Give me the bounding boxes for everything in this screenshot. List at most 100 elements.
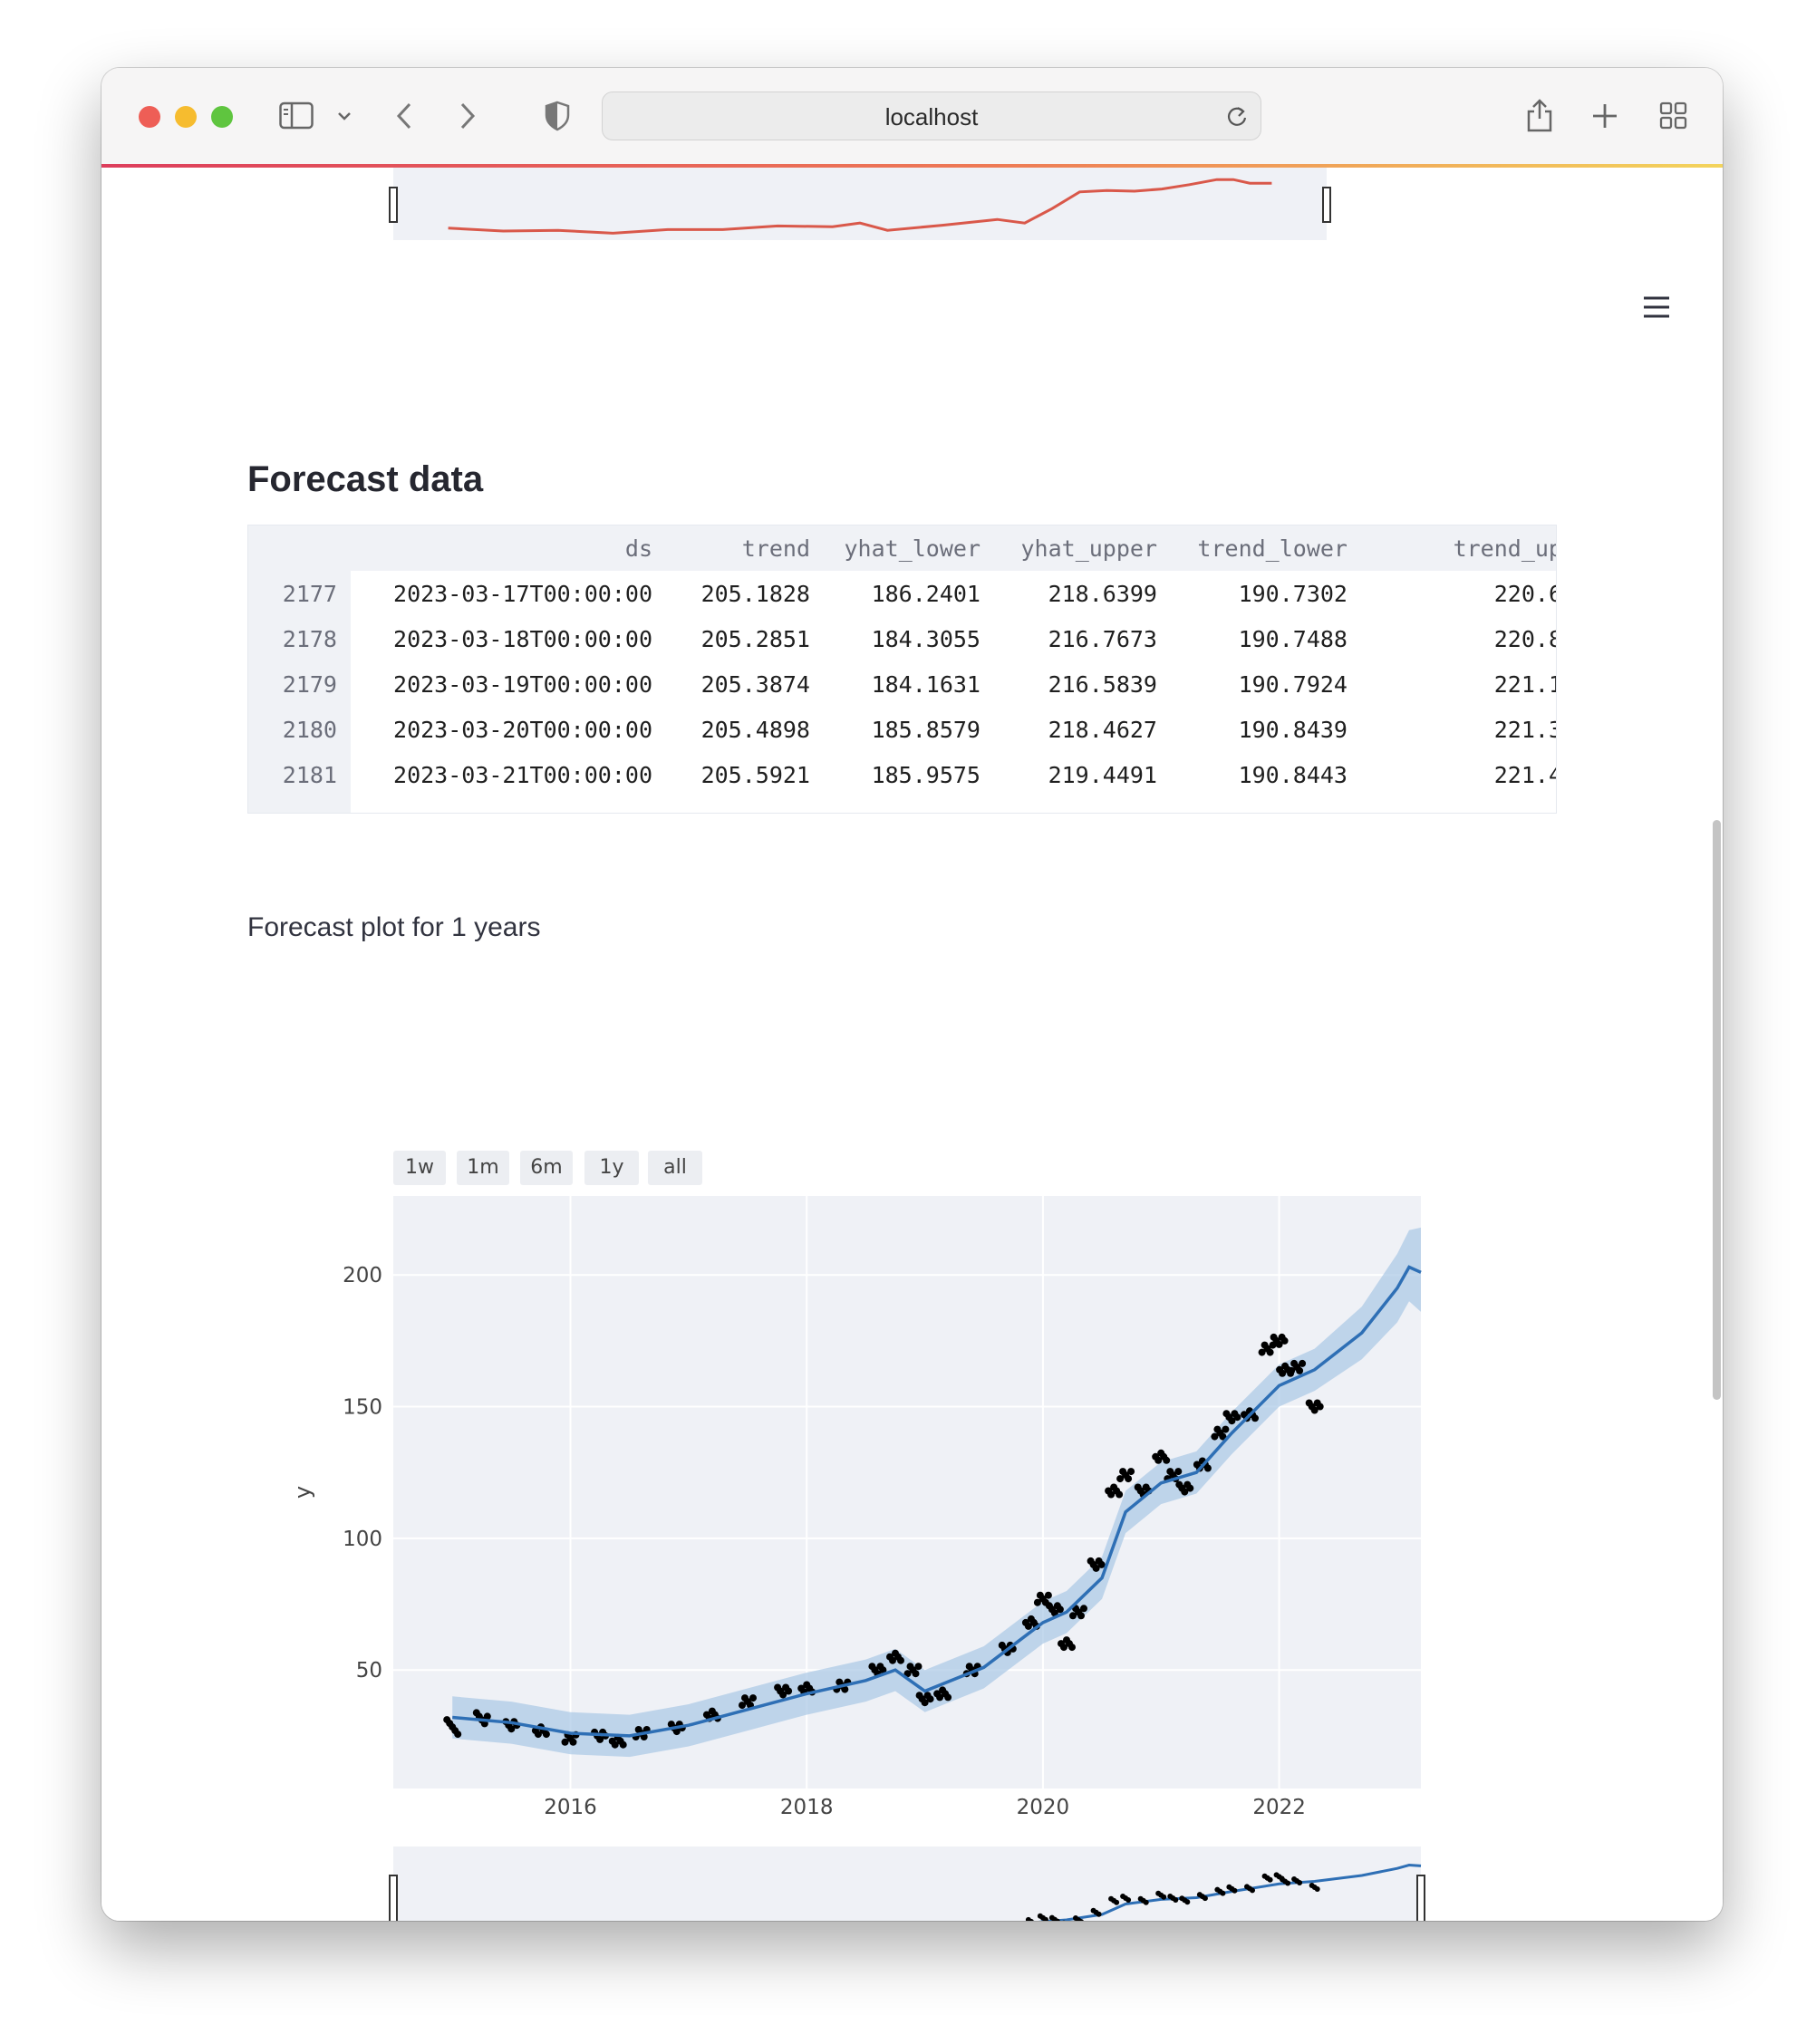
range-slider-point (1297, 1880, 1303, 1885)
table-cell[interactable]: 2023-03-18T00:00:00 (393, 626, 652, 652)
forecast-chart[interactable]: 2016 2018 2020 202250100150200yds (101, 1074, 1723, 1921)
table-cell[interactable]: 190.7924 (1239, 671, 1348, 698)
actual-point (1266, 1348, 1274, 1356)
actual-point (1056, 1605, 1064, 1614)
column-header[interactable]: trend (742, 535, 810, 562)
top-chart-range-slider[interactable] (101, 168, 1723, 267)
table-cell[interactable]: 220.8 (1494, 626, 1556, 652)
table-cell[interactable]: 221.1 (1494, 671, 1556, 698)
table-cell[interactable]: 185.9575 (872, 762, 980, 788)
table-cell[interactable]: 220.6 (1494, 581, 1556, 607)
actual-point (1233, 1413, 1241, 1422)
range-slider-point (1232, 1887, 1238, 1894)
actual-point (1222, 1425, 1230, 1433)
minimize-window-button[interactable] (175, 106, 197, 128)
close-window-button[interactable] (139, 106, 160, 128)
actual-point (1280, 1336, 1289, 1345)
actual-point (1044, 1591, 1052, 1599)
x-tick-label: 2018 (780, 1796, 834, 1819)
table-cell[interactable]: 190.8443 (1239, 762, 1348, 788)
column-header[interactable]: yhat_lower (844, 535, 980, 562)
main-menu-icon[interactable] (1642, 294, 1671, 323)
table-cell[interactable]: 184.3055 (872, 626, 980, 652)
table-cell[interactable]: 205.5921 (701, 762, 810, 788)
actual-point (785, 1687, 793, 1695)
chevron-down-icon[interactable] (337, 111, 352, 121)
table-cell[interactable]: 221.3 (1494, 717, 1556, 743)
table-cell[interactable]: 205.4898 (701, 717, 810, 743)
table-cell[interactable]: 216.5839 (1048, 671, 1157, 698)
actual-point (1174, 1468, 1183, 1476)
range-slider-point (1314, 1886, 1320, 1892)
range-slider-point (1096, 1911, 1102, 1917)
table-cell[interactable]: 221.4 (1494, 762, 1556, 788)
x-tick-label: 2022 (1252, 1796, 1306, 1819)
back-arrow-icon[interactable] (395, 101, 413, 130)
table-cell[interactable]: 205.3874 (701, 671, 810, 698)
actual-point (1296, 1366, 1304, 1374)
column-header[interactable]: trend_lower (1197, 535, 1348, 562)
actual-point (926, 1695, 934, 1703)
range-slider-point (1184, 1899, 1191, 1905)
range-slider-background (393, 1846, 1421, 1921)
table-cell[interactable]: 2023-03-17T00:00:00 (393, 581, 652, 607)
plot-background (393, 1196, 1421, 1788)
actual-point (1316, 1403, 1324, 1411)
range-slider-point (1285, 1880, 1291, 1886)
row-index: 2181 (282, 762, 337, 788)
actual-point (912, 1670, 920, 1678)
range-slider-point (1161, 1894, 1167, 1900)
actual-point (749, 1694, 757, 1702)
table-cell[interactable]: 216.7673 (1048, 626, 1157, 652)
column-header[interactable]: yhat_upper (1020, 535, 1157, 562)
range-slider-point (1202, 1895, 1208, 1902)
table-cell[interactable]: 186.2401 (872, 581, 980, 607)
actual-point (454, 1731, 462, 1739)
table-cell[interactable]: 2023-03-21T00:00:00 (393, 762, 652, 788)
column-header[interactable]: trend_up (1454, 535, 1556, 562)
actual-point (1299, 1359, 1307, 1367)
new-tab-icon[interactable] (1591, 102, 1618, 130)
y-tick-label: 100 (343, 1528, 382, 1551)
row-index: 2179 (282, 671, 337, 698)
table-cell[interactable]: 205.2851 (701, 626, 810, 652)
actual-point (1077, 1612, 1085, 1620)
column-header[interactable]: ds (625, 535, 652, 562)
y-tick-label: 50 (356, 1659, 382, 1682)
table-cell[interactable]: 184.1631 (872, 671, 980, 698)
share-icon[interactable] (1524, 97, 1555, 133)
actual-point (569, 1738, 577, 1746)
y-tick-label: 150 (343, 1396, 382, 1420)
table-cell[interactable]: 219.4491 (1048, 762, 1157, 788)
actual-point (897, 1656, 904, 1664)
range-slider-point (1143, 1899, 1149, 1905)
table-cell[interactable]: 218.4627 (1048, 717, 1157, 743)
actual-point (944, 1693, 952, 1702)
range-slider-point (1114, 1899, 1120, 1905)
forecast-dataframe[interactable]: ds trend yhat_lower yhat_upper trend_lower tr… (247, 525, 1557, 814)
table-cell[interactable]: 190.7302 (1239, 581, 1348, 607)
table-cell[interactable]: 185.8579 (872, 717, 980, 743)
actual-point (914, 1663, 922, 1671)
browser-toolbar: localhost (101, 68, 1723, 165)
range-slider-point (1220, 1890, 1226, 1896)
maximize-window-button[interactable] (211, 106, 233, 128)
privacy-shield-icon[interactable] (544, 101, 571, 131)
table-cell[interactable]: 218.6399 (1048, 581, 1157, 607)
browser-window: localhost Forecast data ds trend yhat_lowe… (101, 68, 1723, 1921)
slider-left-handle (389, 187, 398, 223)
slider-right-handle (1322, 187, 1331, 223)
table-cell[interactable]: 190.7488 (1239, 626, 1348, 652)
table-cell[interactable]: 2023-03-20T00:00:00 (393, 717, 652, 743)
table-cell[interactable]: 2023-03-19T00:00:00 (393, 671, 652, 698)
actual-point (1116, 1490, 1124, 1499)
address-bar[interactable]: localhost (602, 92, 1261, 140)
forward-arrow-icon[interactable] (459, 101, 477, 130)
page-scrollbar[interactable] (1713, 820, 1721, 1400)
table-cell[interactable]: 205.1828 (701, 581, 810, 607)
table-cell[interactable]: 190.8439 (1239, 717, 1348, 743)
actual-point (1186, 1484, 1194, 1492)
tab-overview-icon[interactable] (1659, 101, 1688, 130)
sidebar-toggle-icon[interactable] (279, 101, 315, 130)
reload-icon[interactable] (1225, 104, 1249, 130)
